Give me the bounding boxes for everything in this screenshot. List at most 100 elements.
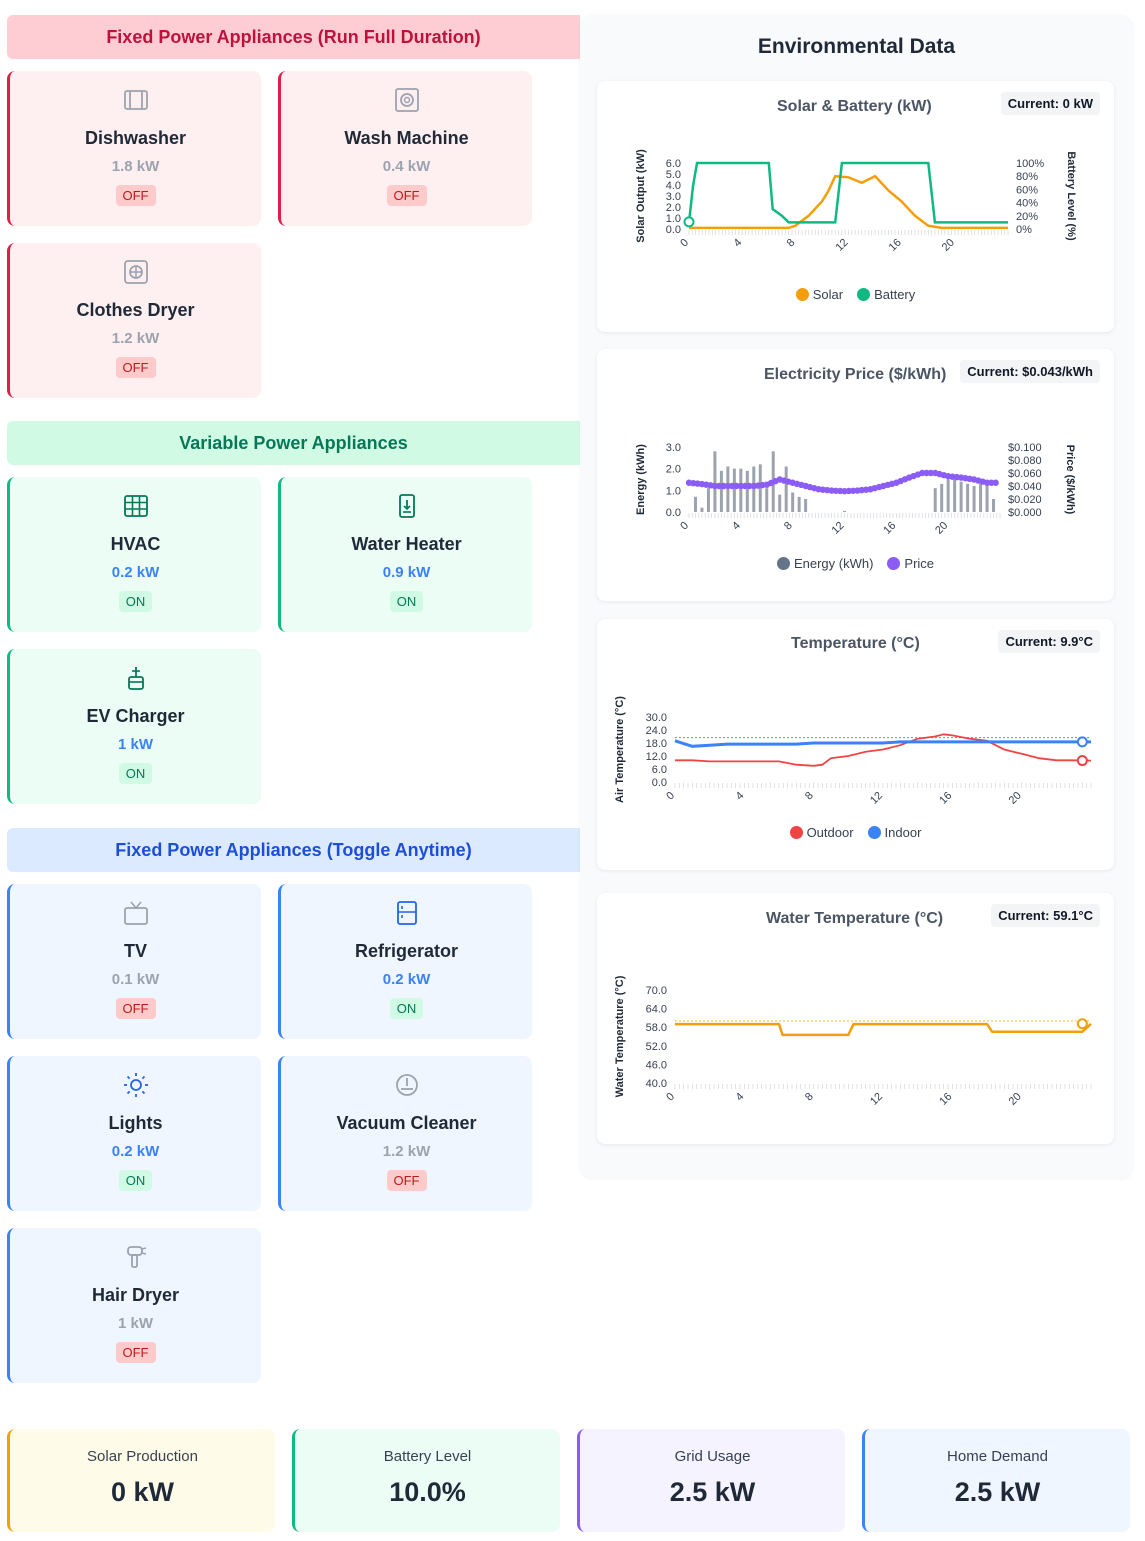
stat-label: Battery Level: [383, 1448, 472, 1465]
y-tick-label: 5.0: [666, 169, 681, 181]
y-tick-label: 0.0: [666, 507, 681, 519]
energy-bar: [784, 466, 788, 512]
refrigerator-icon: [393, 899, 421, 927]
appliance-card-dishwasher[interactable]: Dishwasher 1.8 kW OFF: [7, 71, 261, 226]
appliance-card-refrigerator[interactable]: Refrigerator 0.2 kW ON: [278, 884, 532, 1039]
y-axis-label: Solar Output (kW): [635, 149, 647, 243]
x-tick-label: 4: [734, 790, 747, 803]
status-badge: ON: [118, 1170, 153, 1191]
energy-bar: [972, 486, 976, 512]
y-tick-label: 58.0: [646, 1022, 667, 1034]
x-tick-label: 4: [730, 520, 743, 533]
y2-tick-label: 40%: [1016, 198, 1038, 210]
section-header-fixed-full: Fixed Power Appliances (Run Full Duratio…: [7, 15, 580, 59]
water-heater-icon: [393, 492, 421, 520]
y2-tick-label: 60%: [1016, 184, 1038, 196]
appliance-card-hvac[interactable]: HVAC 0.2 kW ON: [7, 477, 261, 632]
energy-bar: [752, 466, 756, 512]
stat-card-grid-usage: Grid Usage 2.5 kW: [577, 1429, 845, 1532]
appliance-name: EV Charger: [86, 706, 185, 726]
x-tick-label: 12: [868, 790, 885, 807]
energy-bar: [765, 488, 769, 512]
legend-item-outdoor[interactable]: Outdoor: [789, 825, 854, 840]
appliance-card-tv[interactable]: TV 0.1 kW OFF: [7, 884, 261, 1039]
status-badge: ON: [118, 763, 153, 784]
legend-label: Outdoor: [806, 825, 854, 840]
appliance-name: Lights: [108, 1113, 163, 1133]
x-tick-label: 8: [803, 1091, 816, 1104]
vacuum-icon: [393, 1071, 421, 1099]
tv-icon: [122, 899, 150, 927]
x-tick-label: 0: [664, 790, 677, 803]
appliance-power: 1 kW: [117, 736, 153, 753]
appliance-power: 1.8 kW: [111, 158, 160, 175]
appliance-card-clothes-dryer[interactable]: Clothes Dryer 1.2 kW OFF: [7, 243, 261, 398]
status-badge: OFF: [386, 185, 427, 206]
dishwasher-icon: [122, 86, 150, 114]
x-tick-label: 20: [1007, 790, 1024, 807]
legend-item-energy[interactable]: Energy (kWh): [776, 556, 873, 571]
x-tick-label: 0: [678, 520, 691, 533]
y-tick-label: 24.0: [646, 725, 667, 737]
y-tick-label: 64.0: [646, 1004, 667, 1016]
y2-tick-label: $0.000: [1008, 507, 1042, 519]
appliance-power: 0.2 kW: [111, 564, 160, 581]
appliance-name: Wash Machine: [344, 128, 469, 148]
x-tick-label: 0: [664, 1091, 677, 1104]
energy-bar: [745, 470, 749, 512]
legend-item-solar[interactable]: Solar: [795, 287, 844, 302]
stat-value: 10.0%: [389, 1477, 466, 1507]
appliance-card-hair-dryer[interactable]: Hair Dryer 1 kW OFF: [7, 1228, 261, 1383]
environmental-panel: Environmental Data Solar & Battery (kW) …: [580, 15, 1133, 1178]
y2-tick-label: 0%: [1016, 224, 1032, 236]
stat-card-solar-production: Solar Production 0 kW: [7, 1429, 275, 1532]
legend-item-battery[interactable]: Battery: [857, 287, 915, 302]
outdoor-series-line: [675, 733, 1092, 767]
status-badge: OFF: [115, 185, 156, 206]
energy-bar: [804, 499, 808, 512]
legend-item-price[interactable]: Price: [887, 556, 934, 571]
y2-tick-label: $0.060: [1008, 468, 1042, 480]
y-tick-label: 2.0: [666, 202, 681, 214]
appliance-name: HVAC: [110, 534, 161, 554]
appliance-name: Water Heater: [351, 534, 462, 554]
status-badge: OFF: [386, 1170, 427, 1191]
appliance-card-wash-machine[interactable]: Wash Machine 0.4 kW OFF: [278, 71, 532, 226]
energy-bar: [732, 468, 736, 512]
sun-icon: [122, 1071, 150, 1099]
appliance-card-ev-charger[interactable]: EV Charger 1 kW ON: [7, 649, 261, 804]
dryer-icon: [122, 258, 150, 286]
legend-label: Solar: [812, 287, 844, 302]
energy-bar: [940, 483, 944, 512]
solar-battery-chart-card: Solar & Battery (kW) Current: 0 kW 0.0 1.…: [597, 81, 1114, 332]
x-tick-label: 20: [940, 237, 957, 254]
y-tick-label: 40.0: [646, 1078, 667, 1090]
appliance-card-vacuum-cleaner[interactable]: Vacuum Cleaner 1.2 kW OFF: [278, 1056, 532, 1211]
stat-value: 2.5 kW: [954, 1477, 1041, 1507]
energy-bar: [719, 470, 723, 512]
x-tick-label: 20: [1007, 1091, 1024, 1108]
y-tick-label: 1.0: [666, 485, 681, 497]
energy-bar: [966, 483, 970, 512]
energy-bar: [946, 479, 950, 512]
y2-tick-label: $0.020: [1008, 494, 1042, 506]
appliance-card-water-heater[interactable]: Water Heater 0.9 kW ON: [278, 477, 532, 632]
status-badge: ON: [389, 998, 424, 1019]
energy-bar: [700, 507, 704, 512]
appliance-name: Refrigerator: [354, 941, 459, 961]
y-tick-label: 3.0: [666, 442, 681, 454]
legend-label: Price: [904, 556, 935, 571]
x-tick-label: 8: [803, 790, 816, 803]
battery-current-point: [683, 216, 695, 228]
y-tick-label: 1.0: [666, 213, 681, 225]
appliance-name: Vacuum Cleaner: [336, 1113, 477, 1133]
y-tick-label: 0.0: [666, 224, 681, 236]
energy-bar: [979, 483, 983, 512]
battery-series-line: [687, 161, 1008, 224]
legend-item-indoor[interactable]: Indoor: [867, 825, 921, 840]
appliance-card-lights[interactable]: Lights 0.2 kW ON: [7, 1056, 261, 1211]
hvac-icon: [122, 492, 150, 520]
y-tick-label: 12.0: [646, 751, 667, 763]
x-tick-label: 20: [933, 520, 950, 537]
energy-bar: [992, 499, 996, 512]
